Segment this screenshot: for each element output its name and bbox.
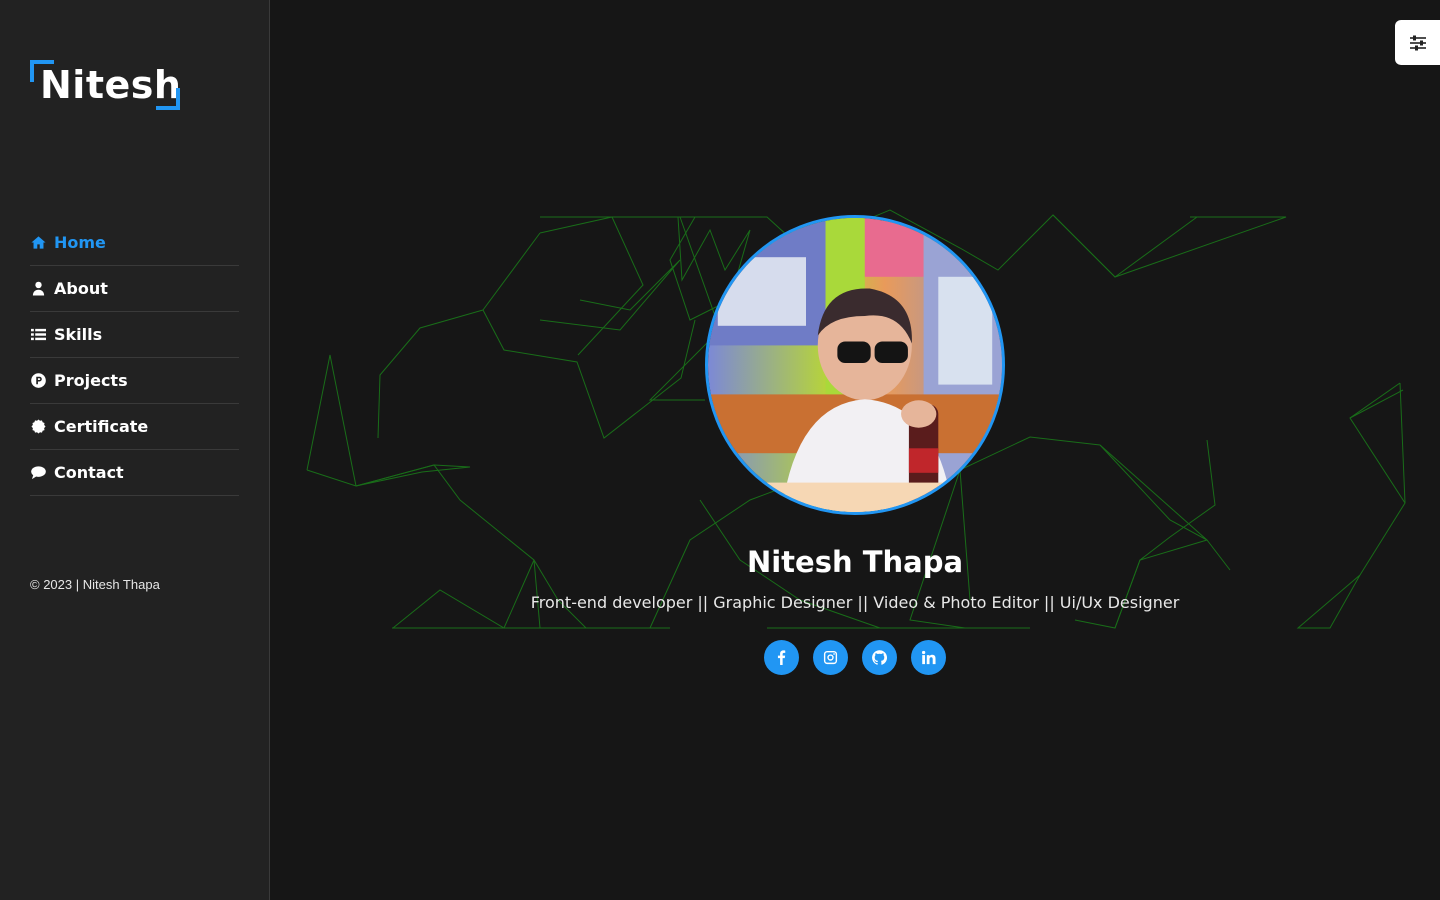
nav-label-skills: Skills [54,325,103,344]
certificate-icon [30,419,46,435]
instagram-icon [823,650,838,665]
nav-item-skills[interactable]: Skills [30,312,239,358]
nav-label-home: Home [54,233,106,252]
profile-photo [705,215,1005,515]
copyright-text: © 2023 | Nitesh Thapa [30,577,160,592]
github-link[interactable] [862,640,897,675]
nav-label-projects: Projects [54,371,128,390]
main-nav: Home About Skills Projects Certificate C… [30,220,239,496]
hero-section: Nitesh Thapa Front-end developer || Grap… [270,0,1440,900]
facebook-link[interactable] [764,640,799,675]
instagram-link[interactable] [813,640,848,675]
facebook-icon [777,650,786,665]
nav-label-certificate: Certificate [54,417,149,436]
linkedin-icon [921,650,936,665]
settings-toggle-button[interactable] [1395,20,1440,65]
hero-name: Nitesh Thapa [746,545,964,579]
product-hunt-icon [30,373,46,389]
github-icon [872,650,887,665]
nav-item-projects[interactable]: Projects [30,358,239,404]
nav-item-home[interactable]: Home [30,220,239,266]
nav-item-contact[interactable]: Contact [30,450,239,496]
user-icon [30,281,46,297]
social-links [764,640,946,675]
linkedin-link[interactable] [911,640,946,675]
sidebar: Nitesh Home About Skills Projects Certif… [0,0,270,900]
nav-item-certificate[interactable]: Certificate [30,404,239,450]
nav-label-contact: Contact [54,463,124,482]
home-icon [30,235,46,251]
nav-label-about: About [54,279,108,298]
hero-roles: Front-end developer || Graphic Designer … [530,593,1180,612]
site-logo[interactable]: Nitesh [30,60,181,110]
logo-corner-bottom-right [156,88,180,110]
chat-bubble-icon [30,465,46,481]
list-icon [30,327,46,343]
sliders-icon [1409,35,1426,50]
nav-item-about[interactable]: About [30,266,239,312]
